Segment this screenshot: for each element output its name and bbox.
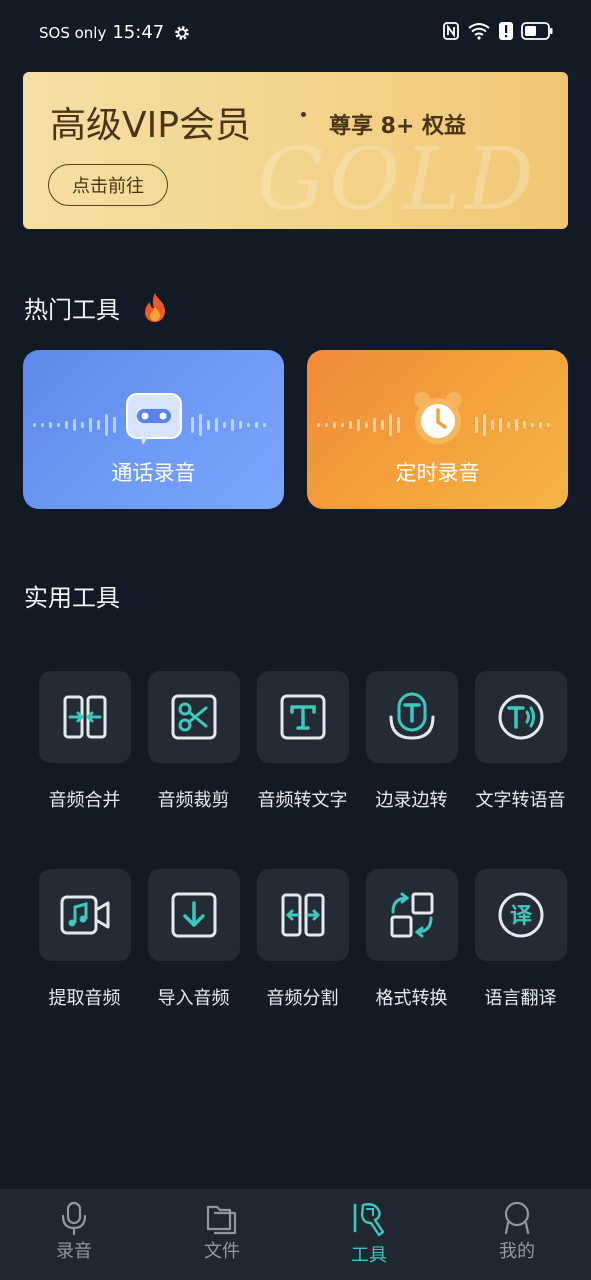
tool-tile[interactable]	[147, 869, 240, 961]
text-to-speech-icon	[498, 694, 543, 740]
gear-icon	[175, 25, 190, 40]
tool-import-audio[interactable]: 导入音频	[139, 869, 248, 1010]
tool-label: 音频合并	[48, 790, 121, 811]
tool-record-and-transcribe[interactable]: 边录边转	[357, 671, 466, 812]
vip-title: 高级VIP会员	[50, 105, 251, 146]
nfc-icon	[443, 22, 459, 40]
tool-tile[interactable]	[474, 671, 567, 763]
bottom-nav: 录音 文件 工具 我的	[0, 1189, 591, 1280]
tool-tile[interactable]	[365, 869, 458, 961]
phone-record-icon	[126, 393, 182, 445]
nav-item-files[interactable]: 文件	[172, 1201, 272, 1263]
tool-extract-audio[interactable]: 提取音频	[30, 869, 139, 1010]
battery-icon	[521, 22, 553, 40]
call-recording-card[interactable]: 通话录音	[23, 350, 284, 509]
svg-text:译: 译	[509, 904, 532, 929]
gold-watermark: GOLD	[256, 130, 538, 229]
scissors-icon	[171, 694, 216, 740]
sos-indicator: SOS only	[39, 23, 107, 42]
utility-tools-title: 实用工具	[24, 584, 120, 612]
timed-recording-card[interactable]: 定时录音	[307, 350, 568, 509]
folder-icon	[206, 1205, 237, 1235]
vip-benefits: 尊享 8+ 权益	[329, 114, 467, 139]
tool-language-translate[interactable]: 译 语言翻译	[466, 869, 575, 1010]
nav-label: 工具	[351, 1245, 387, 1266]
tool-audio-merge[interactable]: 音频合并	[30, 671, 139, 812]
alert-icon	[499, 22, 513, 40]
tool-label: 提取音频	[48, 988, 121, 1009]
nav-item-record[interactable]: 录音	[24, 1201, 124, 1263]
tool-label: 导入音频	[157, 988, 230, 1009]
tool-label: 音频分割	[266, 988, 339, 1009]
tool-label: 边录边转	[375, 790, 448, 811]
tool-tile[interactable]: 译	[474, 869, 567, 961]
video-music-icon	[60, 895, 109, 935]
tool-tile[interactable]	[256, 869, 349, 961]
translate-icon: 译	[498, 892, 543, 938]
hot-tool-label: 通话录音	[111, 461, 196, 485]
download-box-icon	[171, 892, 216, 938]
vip-banner[interactable]: GOLD 高级VIP会员 尊享 8+ 权益 点击前往	[23, 72, 568, 229]
tool-label: 格式转换	[375, 988, 448, 1009]
mic-text-icon	[389, 692, 434, 740]
tool-tile[interactable]	[365, 671, 458, 763]
tool-tile[interactable]	[38, 671, 131, 763]
tool-tile[interactable]	[256, 671, 349, 763]
tool-tile[interactable]	[147, 671, 240, 763]
split-icon	[281, 893, 324, 937]
hot-tool-label: 定时录音	[395, 461, 480, 485]
text-t-icon	[280, 694, 325, 740]
vip-go-button[interactable]: 点击前往	[48, 164, 168, 206]
profile-icon	[504, 1201, 530, 1235]
tool-tile[interactable]	[38, 869, 131, 961]
tool-audio-trim[interactable]: 音频裁剪	[139, 671, 248, 812]
clock: 15:47	[112, 22, 165, 43]
fire-icon	[145, 293, 165, 322]
nav-label: 录音	[56, 1241, 92, 1262]
tools-icon	[353, 1203, 385, 1237]
mic-icon	[61, 1201, 87, 1235]
tool-audio-to-text[interactable]: 音频转文字	[248, 671, 357, 812]
tool-format-convert[interactable]: 格式转换	[357, 869, 466, 1010]
convert-icon	[390, 892, 433, 938]
separator-dot	[301, 112, 306, 117]
alarm-clock-icon	[414, 392, 462, 444]
nav-item-tools[interactable]: 工具	[319, 1201, 419, 1267]
merge-icon	[63, 695, 106, 739]
tool-text-to-speech[interactable]: 文字转语音	[466, 671, 575, 812]
nav-item-profile[interactable]: 我的	[467, 1201, 567, 1263]
wifi-icon	[468, 23, 490, 40]
tool-audio-split[interactable]: 音频分割	[248, 869, 357, 1010]
nav-label: 我的	[499, 1241, 535, 1262]
status-bar: SOS only 15:47	[0, 0, 591, 66]
tool-label: 文字转语音	[475, 790, 566, 811]
nav-label: 文件	[204, 1241, 240, 1262]
tool-label: 音频裁剪	[157, 790, 230, 811]
tool-label: 音频转文字	[257, 790, 348, 811]
hot-tools-title: 热门工具	[24, 296, 120, 324]
tool-label: 语言翻译	[484, 988, 557, 1009]
